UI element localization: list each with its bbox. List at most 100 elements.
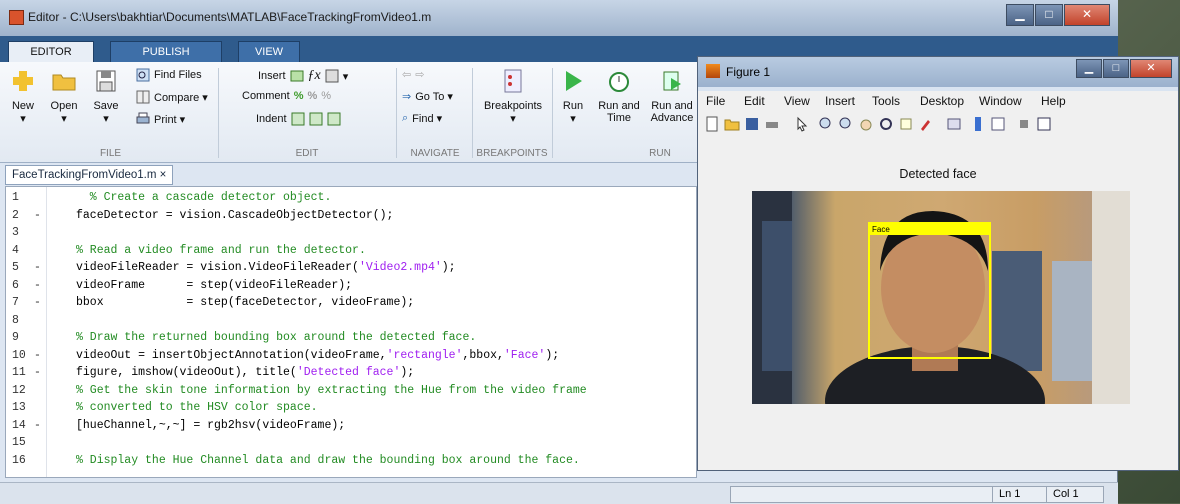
edit-plot-arrow-icon[interactable] <box>794 116 810 132</box>
code-line[interactable]: 5- videoFileReader = vision.VideoFileRead… <box>6 259 696 276</box>
compare-button[interactable]: Compare ▾ <box>136 90 208 104</box>
file-tab[interactable]: FaceTrackingFromVideo1.m × <box>5 165 174 185</box>
section-run: RUN <box>649 148 671 159</box>
code-line[interactable]: 9 % Draw the returned bounding box around… <box>6 329 696 346</box>
run-and-time-button[interactable]: Run and Time <box>596 68 642 124</box>
menu-window[interactable]: Window <box>979 94 1022 108</box>
rotate-3d-icon[interactable] <box>878 116 894 132</box>
menu-edit[interactable]: Edit <box>744 94 765 108</box>
figure-maximize-button[interactable]: □ <box>1103 59 1129 78</box>
run-button[interactable]: Run ▾ <box>556 68 590 125</box>
show-plot-tools-icon[interactable] <box>1036 116 1052 132</box>
figure-minimize-button[interactable]: ▁ <box>1076 59 1102 78</box>
status-column: Col 1 <box>1046 486 1104 503</box>
code-line[interactable]: 13 % converted to the HSV color space. <box>6 399 696 416</box>
fx-icon[interactable]: ƒx <box>308 68 321 84</box>
new-label: New <box>11 100 34 112</box>
tab-publish[interactable]: PUBLISH <box>110 41 222 63</box>
breakpoint-dash[interactable]: - <box>34 417 41 434</box>
figure-menu-bar: File Edit View Insert Tools Desktop Window Help <box>698 91 1178 111</box>
zoom-out-icon[interactable] <box>838 116 854 132</box>
code-line[interactable]: 1 % Create a cascade detector object. <box>6 189 696 206</box>
uncomment-icon[interactable]: % <box>307 90 317 102</box>
menu-help[interactable]: Help <box>1041 94 1066 108</box>
goto-button[interactable]: ⇒ Go To ▾ <box>402 90 453 103</box>
section-breakpoints: BREAKPOINTS <box>476 148 548 159</box>
breakpoint-dash[interactable]: - <box>34 364 41 381</box>
find-files-label: Find Files <box>154 69 202 81</box>
menu-insert[interactable]: Insert <box>825 94 855 108</box>
find-files-button[interactable]: Find Files <box>136 68 202 82</box>
code-line[interactable]: 10- videoOut = insertObjectAnnotation(vid… <box>6 347 696 364</box>
code-line[interactable]: 15 <box>6 434 696 451</box>
code-text: videoFrame = step(videoFileReader); <box>76 278 353 292</box>
back-icon[interactable]: ⇦ <box>402 68 411 81</box>
code-text: [hueChannel,~,~] = rgb2hsv(videoFrame); <box>76 418 346 432</box>
code-line[interactable]: 16 % Display the Hue Channel data and dra… <box>6 452 696 469</box>
section-edit: EDIT <box>295 148 319 159</box>
print-button[interactable]: Print ▾ <box>136 112 185 126</box>
colorbar-icon[interactable] <box>970 116 986 132</box>
open-button[interactable]: Open ▾ <box>46 68 82 125</box>
legend-icon[interactable] <box>990 116 1006 132</box>
new-figure-icon[interactable] <box>704 116 720 132</box>
breakpoint-dash[interactable]: - <box>34 347 41 364</box>
code-line[interactable]: 6- videoFrame = step(videoFileReader); <box>6 277 696 294</box>
indent-button[interactable]: Indent <box>256 112 341 126</box>
code-line[interactable]: 2- faceDetector = vision.CascadeObjectDet… <box>6 207 696 224</box>
increase-indent-icon[interactable] <box>309 112 323 126</box>
print-figure-icon[interactable] <box>764 116 780 132</box>
menu-file[interactable]: File <box>706 94 725 108</box>
run-and-advance-button[interactable]: Run and Advance <box>648 68 696 124</box>
forward-icon[interactable]: ⇨ <box>415 68 424 81</box>
breakpoint-dash[interactable]: - <box>34 277 41 294</box>
maximize-button[interactable]: □ <box>1035 4 1063 26</box>
breakpoint-dash[interactable]: - <box>34 259 41 276</box>
divider <box>552 68 553 158</box>
new-button[interactable]: New ▾ <box>8 68 38 125</box>
code-line[interactable]: 3 <box>6 224 696 241</box>
brush-icon[interactable] <box>918 116 934 132</box>
pan-hand-icon[interactable] <box>858 116 874 132</box>
save-button[interactable]: Save ▾ <box>88 68 124 125</box>
data-cursor-icon[interactable] <box>898 116 914 132</box>
link-plot-icon[interactable] <box>946 116 962 132</box>
breakpoints-button[interactable]: Breakpoints ▾ <box>478 68 548 125</box>
figure-close-button[interactable]: ✕ <box>1130 59 1172 78</box>
menu-tools[interactable]: Tools <box>872 94 900 108</box>
open-file-icon[interactable] <box>724 116 740 132</box>
zoom-in-icon[interactable] <box>818 116 834 132</box>
line-number: 15 <box>12 436 26 449</box>
tab-editor[interactable]: EDITOR <box>8 41 94 63</box>
code-editor[interactable]: 1 % Create a cascade detector object. 2- f… <box>5 186 697 478</box>
hide-plot-tools-icon[interactable] <box>1016 116 1032 132</box>
minimize-button[interactable]: ▁ <box>1006 4 1034 26</box>
code-line[interactable]: 7- bbox = step(faceDetector, videoFrame); <box>6 294 696 311</box>
comment-button[interactable]: Comment % % % <box>242 90 331 102</box>
line-number: 8 <box>12 313 19 327</box>
code-line[interactable]: 12 % Get the skin tone information by ext… <box>6 382 696 399</box>
divider <box>472 68 473 158</box>
code-line[interactable]: 14- [hueChannel,~,~] = rgb2hsv(videoFrame… <box>6 417 696 434</box>
close-button[interactable]: ✕ <box>1064 4 1110 26</box>
decrease-indent-icon[interactable] <box>327 112 341 126</box>
menu-desktop[interactable]: Desktop <box>920 94 964 108</box>
smart-indent-icon[interactable] <box>291 112 305 126</box>
code-line[interactable]: 4 % Read a video frame and run the detect… <box>6 242 696 259</box>
wrap-comments-icon[interactable]: % <box>321 90 331 102</box>
breakpoint-dash[interactable]: - <box>34 207 41 224</box>
comment-percent-icon[interactable]: % <box>294 90 304 102</box>
find-button[interactable]: ⌕ Find ▾ <box>402 112 442 125</box>
insert-function-icon[interactable] <box>325 69 339 83</box>
tab-view[interactable]: VIEW <box>238 41 300 63</box>
back-forward-buttons[interactable]: ⇦ ⇨ <box>402 68 424 81</box>
figure-title-bar: Figure 1 ▁ □ ✕ <box>698 57 1178 87</box>
breakpoint-dash[interactable]: - <box>34 294 41 311</box>
insert-button[interactable]: Insert ƒx ▾ <box>258 68 348 84</box>
find-files-icon <box>136 68 150 82</box>
code-line[interactable]: 11- figure, imshow(videoOut), title('Dete… <box>6 364 696 381</box>
save-figure-icon[interactable] <box>744 116 760 132</box>
open-folder-icon <box>52 74 76 91</box>
code-line[interactable]: 8 <box>6 312 696 329</box>
menu-view[interactable]: View <box>784 94 810 108</box>
